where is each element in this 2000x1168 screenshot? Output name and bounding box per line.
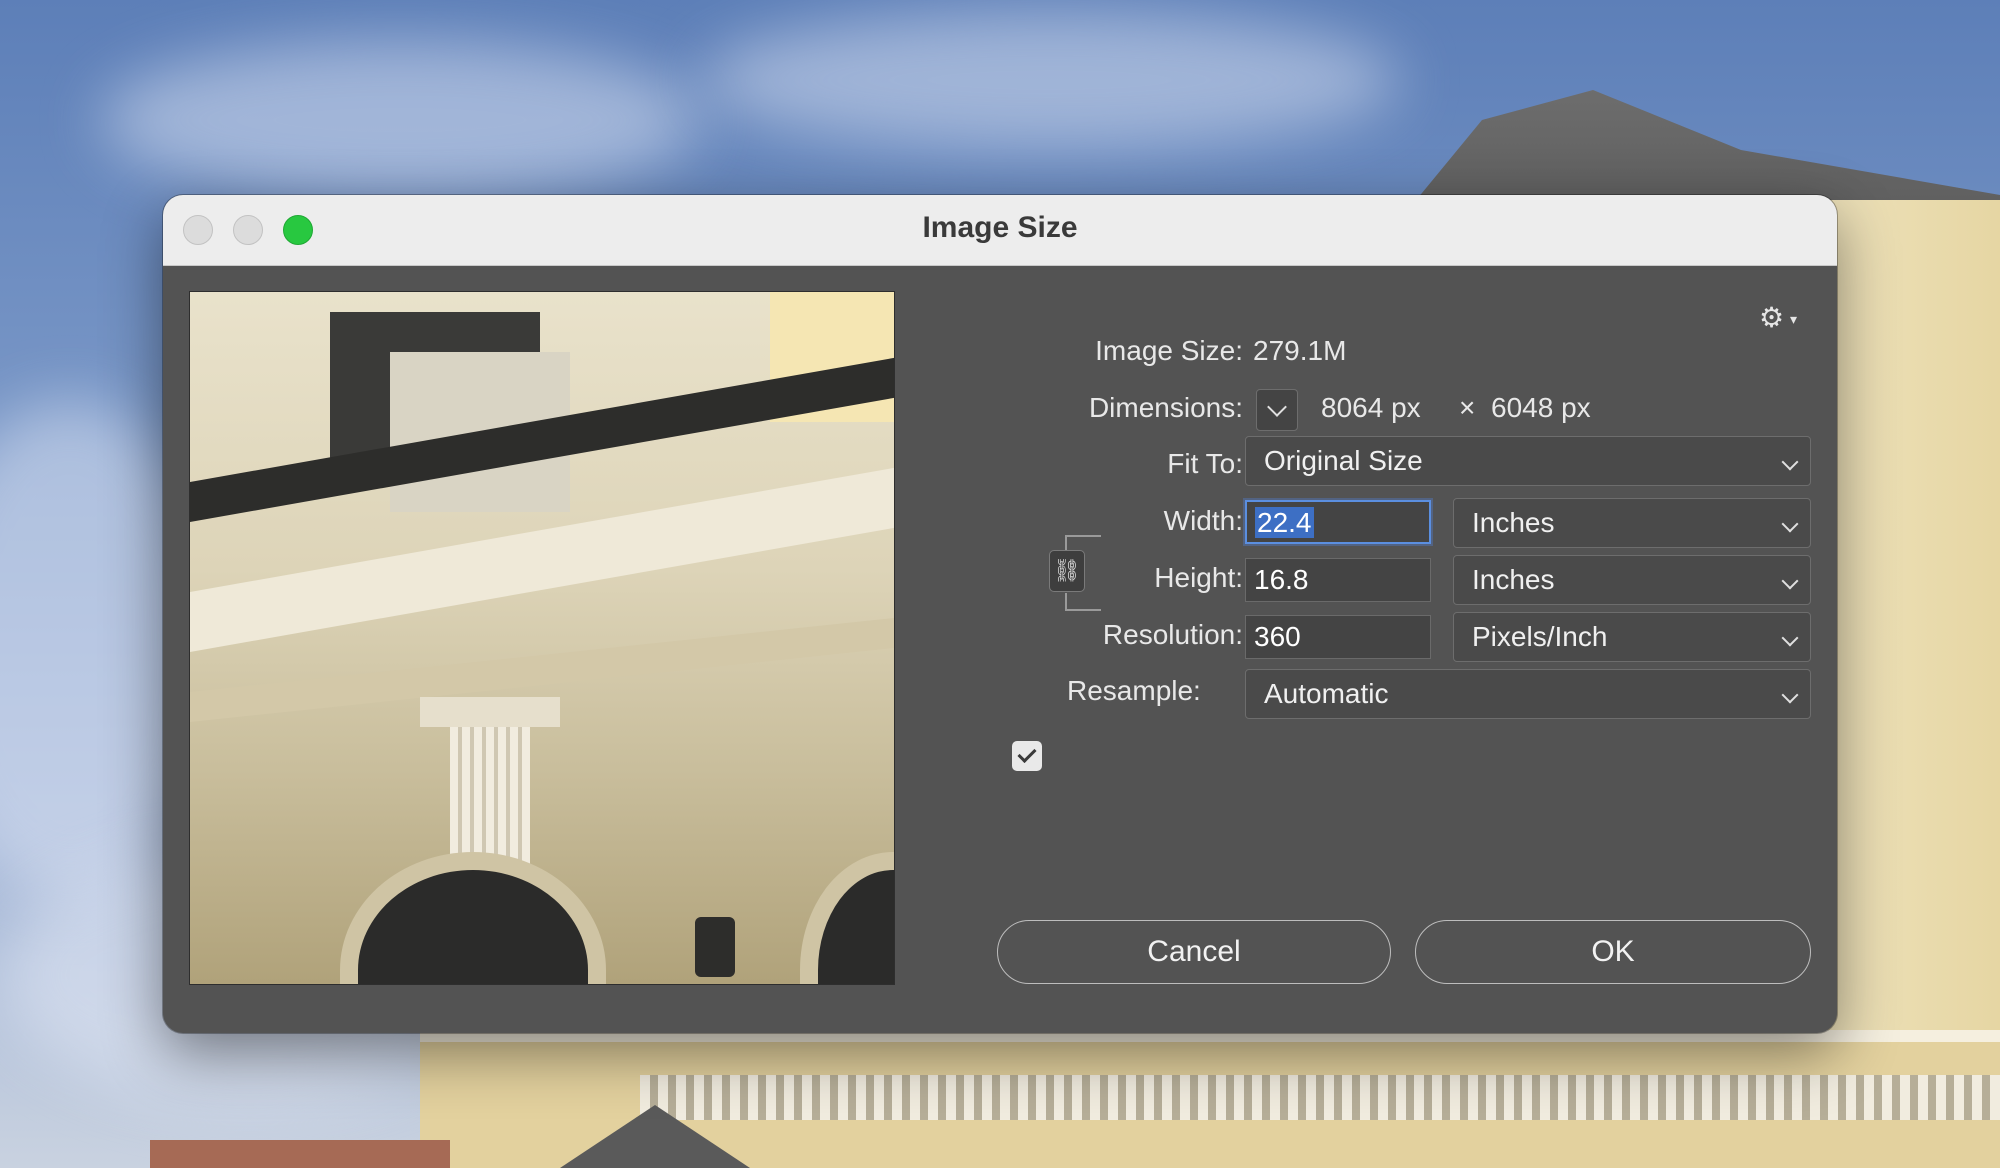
resample-checkbox[interactable] [1012, 741, 1042, 771]
image-size-value: 279.1M [1253, 335, 1347, 366]
gear-icon[interactable]: ⚙ [1759, 301, 1784, 334]
resolution-unit-value: Pixels/Inch [1472, 621, 1608, 652]
cloud [700, 10, 1400, 150]
fit-to-value: Original Size [1264, 445, 1423, 476]
cloud [100, 40, 700, 200]
resample-dropdown[interactable]: Automatic [1245, 669, 1811, 719]
height-label: Height: [1154, 562, 1243, 593]
fit-to-dropdown[interactable]: Original Size [1245, 436, 1811, 486]
width-label: Width: [1163, 505, 1243, 536]
height-value: 16.8 [1254, 564, 1309, 595]
preview-lantern [695, 917, 735, 977]
red-roof [150, 1140, 450, 1168]
width-input[interactable]: 22.4 [1245, 500, 1431, 544]
chevron-down-icon [1781, 629, 1799, 647]
chevron-down-icon [1781, 515, 1799, 533]
balcony-railing [640, 1075, 2000, 1120]
width-unit-value: Inches [1472, 507, 1555, 538]
resolution-unit-dropdown[interactable]: Pixels/Inch [1453, 612, 1811, 662]
fit-to-label: Fit To: [1167, 448, 1243, 479]
height-unit-value: Inches [1472, 564, 1555, 595]
dimensions-separator: × [1459, 392, 1476, 423]
ok-button[interactable]: OK [1415, 920, 1811, 984]
resolution-input[interactable]: 360 [1245, 615, 1431, 659]
chevron-down-icon [1781, 572, 1799, 590]
dimensions-dropdown-button[interactable] [1256, 389, 1298, 431]
dimensions-height: 6048 px [1491, 392, 1591, 423]
image-size-label: Image Size: [1095, 335, 1243, 366]
constrain-bracket-top [1065, 535, 1101, 551]
title-bar[interactable]: Image Size [163, 195, 1837, 266]
height-input[interactable]: 16.8 [1245, 558, 1431, 602]
resolution-value: 360 [1254, 621, 1301, 652]
dimensions-width: 8064 px [1321, 392, 1421, 423]
resample-label: Resample: [1067, 675, 1201, 706]
chevron-down-icon [1781, 686, 1799, 704]
height-unit-dropdown[interactable]: Inches [1453, 555, 1811, 605]
chevron-down-icon [1267, 397, 1287, 417]
constrain-bracket-bottom [1065, 593, 1101, 611]
chevron-down-icon [1781, 453, 1799, 471]
resample-value: Automatic [1264, 678, 1389, 709]
window-title: Image Size [922, 211, 1078, 244]
image-preview[interactable] [189, 291, 895, 985]
cancel-button[interactable]: Cancel [997, 920, 1391, 984]
chevron-down-icon[interactable]: ▾ [1790, 311, 1797, 328]
preview-column-capital [420, 697, 560, 727]
width-unit-dropdown[interactable]: Inches [1453, 498, 1811, 548]
dimensions-label: Dimensions: [1088, 392, 1243, 423]
width-value: 22.4 [1255, 507, 1314, 538]
resolution-label: Resolution: [1102, 619, 1243, 650]
image-size-dialog: Image Size Image Size: 279.1M ⚙ ▾ Dimens… [163, 195, 1837, 1033]
